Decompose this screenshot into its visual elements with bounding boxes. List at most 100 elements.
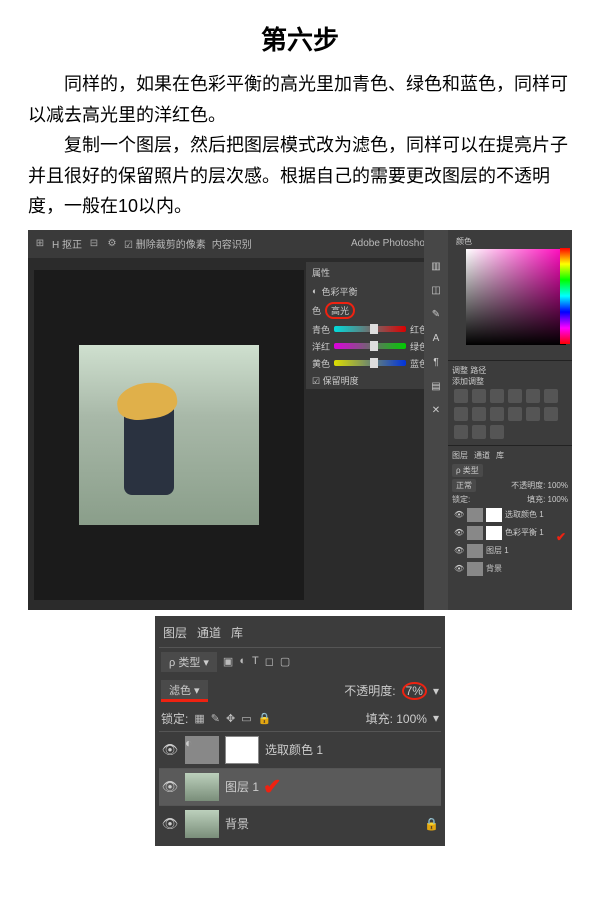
add-adjustment-label: 添加调整 — [452, 376, 568, 387]
adjust-thumb-icon — [467, 526, 483, 540]
swatches-icon[interactable]: ◫ — [429, 284, 443, 298]
eye-icon[interactable]: 👁 — [454, 528, 464, 537]
opacity-value[interactable]: 7% — [402, 682, 427, 700]
fill-label[interactable]: 填充: 100% — [366, 710, 427, 727]
delete-cropped-checkbox[interactable]: ☑ 删除裁剪的像素 — [124, 236, 206, 251]
layer-comps-icon[interactable]: ▤ — [429, 380, 443, 394]
step-title: 第六步 — [0, 0, 600, 69]
lock-label: 锁定: — [161, 710, 188, 727]
filter-adjust-icon[interactable]: ◐ — [239, 655, 246, 668]
layer-name: 选取颜色 1 — [505, 509, 544, 520]
adj-levels-icon[interactable] — [472, 389, 486, 403]
filter-image-icon[interactable]: ▣ — [223, 655, 233, 668]
eye-icon[interactable]: 👁 — [161, 816, 179, 832]
cyan-red-slider[interactable] — [334, 326, 406, 332]
photo-thumb-icon — [185, 773, 219, 801]
adjustments-panel: 调整 路径 添加调整 — [448, 360, 572, 445]
tab-layers-mini[interactable]: 图层 — [452, 450, 468, 461]
dropdown-icon[interactable]: ▾ — [433, 711, 439, 725]
filter-type-icon[interactable]: T — [252, 655, 259, 668]
eye-icon[interactable]: 👁 — [161, 742, 179, 758]
blend-mode-mini[interactable]: 正常 — [452, 479, 476, 492]
lock-artboard-icon[interactable]: ▭ — [241, 712, 251, 725]
hue-slider[interactable] — [560, 248, 570, 344]
mask-thumb-icon — [486, 526, 502, 540]
tab-channels[interactable]: 通道 — [197, 624, 221, 641]
canvas[interactable] — [34, 270, 304, 600]
mini-layer-bg[interactable]: 👁 背景 — [452, 560, 568, 578]
filter-smart-icon[interactable]: ▢ — [280, 655, 290, 668]
eye-icon[interactable]: 👁 — [454, 564, 464, 573]
opacity-mini[interactable]: 不透明度: 100% — [511, 480, 568, 491]
kind-filter[interactable]: ρ 类型 ▾ — [161, 652, 217, 672]
mini-layer-colorbal[interactable]: 👁色彩平衡 1✔ — [452, 524, 568, 542]
brush-icon[interactable]: ✎ — [429, 308, 443, 322]
paragraph-1: 同样的，如果在色彩平衡的高光里加青色、绿色和蓝色，同样可以减去高光里的洋红色。 — [0, 69, 600, 130]
adj-curves-icon[interactable] — [490, 389, 504, 403]
adj-poster-icon[interactable] — [544, 407, 558, 421]
photo-thumb-icon — [467, 544, 483, 558]
right-tool-strip: ▥ ◫ ✎ A ¶ ▤ ✕ — [424, 230, 448, 610]
gear-icon[interactable]: ⚙ — [106, 238, 118, 250]
color-picker[interactable] — [466, 249, 566, 345]
adj-brightness-icon[interactable] — [454, 389, 468, 403]
tab-channels-mini[interactable]: 通道 — [474, 450, 490, 461]
eye-icon[interactable]: 👁 — [454, 510, 464, 519]
preserve-luminosity-checkbox[interactable]: ☑ 保留明度 — [312, 374, 359, 387]
tab-layers[interactable]: 图层 — [163, 624, 187, 641]
adj-invert-icon[interactable] — [526, 407, 540, 421]
tone-label-icon: 色 — [312, 304, 321, 317]
eye-icon[interactable]: 👁 — [454, 546, 464, 555]
lock-brush-icon[interactable]: ✎ — [211, 712, 220, 725]
filter-shape-icon[interactable]: ◻ — [265, 655, 274, 668]
dropdown-icon[interactable]: ▾ — [433, 684, 439, 698]
color-title: 颜色 — [452, 234, 568, 249]
opacity-label: 不透明度: — [344, 682, 395, 699]
right-panels: 颜色 调整 路径 添加调整 图层 通道 库 ρ 类型 正常不透明度: 100% … — [448, 230, 572, 610]
tone-selector[interactable]: 高光 — [325, 302, 355, 319]
adj-vibrance-icon[interactable] — [526, 389, 540, 403]
mini-layer-selcolor[interactable]: 👁 选取颜色 1 — [452, 506, 568, 524]
magenta-green-slider[interactable] — [334, 343, 406, 349]
eye-icon[interactable]: 👁 — [161, 779, 179, 795]
adjustment-name: 色彩平衡 — [321, 285, 357, 298]
lock-icon: 🔒 — [424, 817, 439, 831]
kind-filter-mini[interactable]: ρ 类型 — [452, 464, 483, 477]
lock-pixels-icon[interactable]: ▦ — [194, 712, 204, 725]
adj-hue-icon[interactable] — [544, 389, 558, 403]
adj-photo-icon[interactable] — [472, 407, 486, 421]
grid-icon[interactable]: ⊟ — [88, 238, 100, 250]
blend-mode-select[interactable]: 滤色 ▾ — [161, 680, 208, 702]
adj-colorlookup-icon[interactable] — [508, 407, 522, 421]
close-icon[interactable]: ✕ — [429, 404, 443, 418]
layer-row-selcolor[interactable]: 👁 ◐ 选取颜色 1 — [159, 731, 441, 768]
yellow-blue-slider[interactable] — [334, 360, 406, 366]
lock-all-icon[interactable]: 🔒 — [258, 712, 272, 725]
adj-thresh-icon[interactable] — [454, 425, 468, 439]
adj-bw-icon[interactable] — [454, 407, 468, 421]
type-icon[interactable]: A — [429, 332, 443, 346]
paragraph-icon[interactable]: ¶ — [429, 356, 443, 370]
layer-name: 背景 — [486, 563, 502, 574]
adj-mixer-icon[interactable] — [490, 407, 504, 421]
red-check-annotation: ✔ — [263, 774, 281, 800]
mini-layer-copy[interactable]: 👁 图层 1 — [452, 542, 568, 560]
fill-mini[interactable]: 填充: 100% — [527, 494, 568, 505]
tool-icon[interactable]: ⊞ — [34, 238, 46, 250]
histogram-icon[interactable]: ▥ — [429, 260, 443, 274]
adj-exposure-icon[interactable] — [508, 389, 522, 403]
layer-name: 图层 1 — [486, 545, 509, 556]
layer-row-background[interactable]: 👁 背景 🔒 — [159, 805, 441, 842]
adj-sel-icon[interactable] — [490, 425, 504, 439]
adjust-title: 调整 路径 — [452, 365, 568, 376]
adjust-thumb-icon — [467, 508, 483, 522]
layer-name: 选取颜色 1 — [265, 741, 323, 758]
lock-label-mini: 锁定: — [452, 494, 470, 505]
mask-thumb-icon — [225, 736, 259, 764]
adj-grad-icon[interactable] — [472, 425, 486, 439]
tab-libraries[interactable]: 库 — [231, 624, 243, 641]
layer-row-copy[interactable]: 👁 图层 1 ✔ — [159, 768, 441, 805]
layers-panel-large: 图层 通道 库 ρ 类型 ▾ ▣ ◐ T ◻ ▢ 滤色 ▾ 不透明度: 7% ▾… — [155, 616, 445, 846]
lock-move-icon[interactable]: ✥ — [226, 712, 235, 725]
tab-libraries-mini[interactable]: 库 — [496, 450, 504, 461]
